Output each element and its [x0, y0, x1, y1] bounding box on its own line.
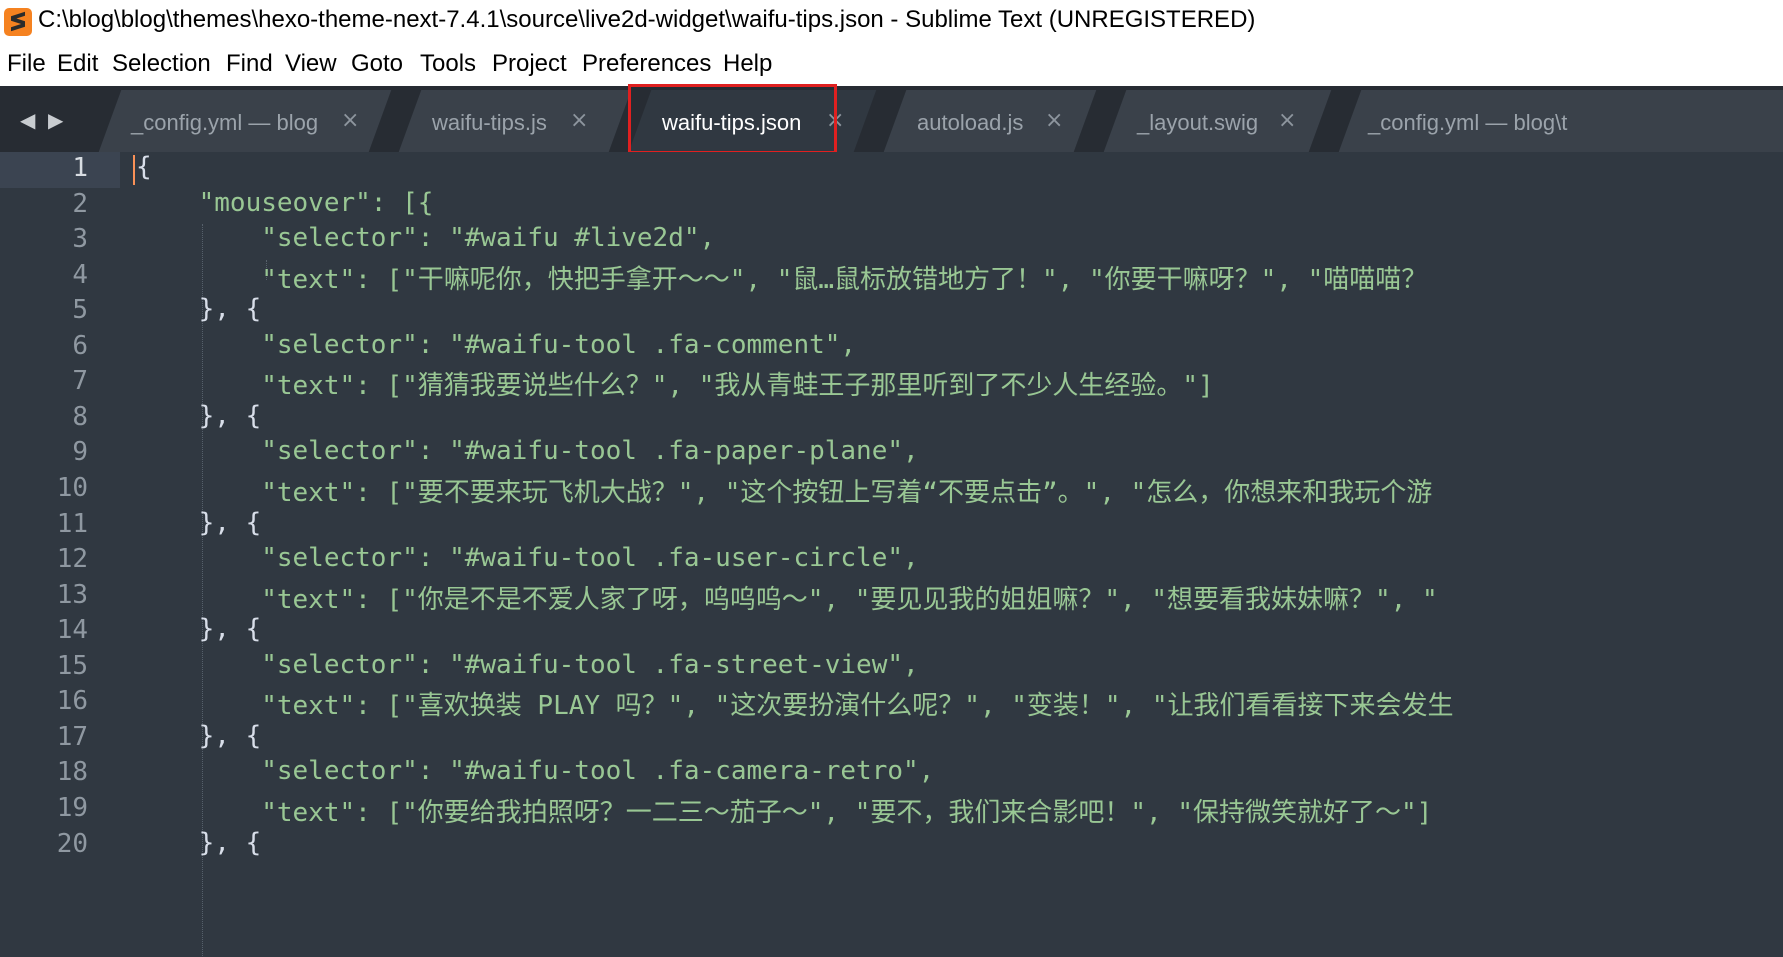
- code-line: }, {: [136, 508, 262, 538]
- code-line: "selector": "#waifu #live2d",: [136, 223, 716, 253]
- code-line: "text": ["喜欢换装 PLAY 吗？", "这次要扮演什么呢？", "变…: [136, 691, 1454, 721]
- close-icon[interactable]: ×: [1278, 108, 1296, 133]
- code-line: "mouseover": [{: [136, 188, 434, 218]
- tab-label: autoload.js: [917, 110, 1024, 135]
- code-line: }, {: [136, 401, 262, 431]
- line-number: 13: [56, 580, 88, 610]
- line-number: 19: [56, 793, 88, 823]
- tab-bar: ◀ ▶ _config.yml — blog × waifu-tips.js ×…: [0, 86, 1783, 152]
- highlight-box: [628, 84, 837, 154]
- menu-bar: File Edit Selection Find View Goto Tools…: [0, 44, 1783, 86]
- line-number: 2: [72, 189, 88, 219]
- code-line: }, {: [136, 721, 262, 751]
- line-number: 6: [72, 331, 88, 361]
- line-number: 8: [72, 402, 88, 432]
- line-number: 9: [72, 437, 88, 467]
- line-number: 5: [72, 295, 88, 325]
- menu-tools[interactable]: Tools: [420, 50, 476, 78]
- code-editor[interactable]: 1 2 3 4 5 6 7 8 9 10 11 12 13 14 15 16 1…: [0, 152, 1783, 957]
- close-icon[interactable]: ×: [1045, 108, 1063, 133]
- code-line: }, {: [136, 294, 262, 324]
- line-number: 11: [56, 509, 88, 539]
- title-bar: C:\blog\blog\themes\hexo-theme-next-7.4.…: [0, 0, 1783, 44]
- line-number: 1: [72, 153, 88, 183]
- code-line: "selector": "#waifu-tool .fa-user-circle…: [136, 543, 919, 573]
- window-title: C:\blog\blog\themes\hexo-theme-next-7.4.…: [38, 6, 1256, 33]
- line-number-gutter: 1 2 3 4 5 6 7 8 9 10 11 12 13 14 15 16 1…: [0, 152, 120, 957]
- menu-view[interactable]: View: [285, 50, 337, 78]
- tab-label: _config.yml — blog: [131, 110, 319, 135]
- menu-help[interactable]: Help: [723, 50, 772, 78]
- close-icon[interactable]: ×: [570, 108, 588, 133]
- menu-find[interactable]: Find: [226, 50, 273, 78]
- text-cursor: [133, 155, 135, 185]
- code-line: "selector": "#waifu-tool .fa-comment",: [136, 330, 857, 360]
- tab-forward-icon[interactable]: ▶: [48, 108, 63, 132]
- code-line: "selector": "#waifu-tool .fa-paper-plane…: [136, 436, 919, 466]
- line-number: 7: [72, 366, 88, 396]
- line-number: 3: [72, 224, 88, 254]
- code-line: "text": ["你要给我拍照呀？一二三～茄子～", "要不，我们来合影吧！"…: [136, 798, 1433, 828]
- line-number: 17: [56, 722, 88, 752]
- line-number: 14: [56, 615, 88, 645]
- code-line: "selector": "#waifu-tool .fa-camera-retr…: [136, 756, 935, 786]
- menu-project[interactable]: Project: [492, 50, 567, 78]
- line-number: 12: [56, 544, 88, 574]
- code-line: }, {: [136, 614, 262, 644]
- line-number: 20: [56, 829, 88, 859]
- tab-label: waifu-tips.js: [432, 110, 547, 135]
- line-number: 16: [56, 686, 88, 716]
- sublime-text-icon: [4, 8, 32, 36]
- code-line: "text": ["干嘛呢你，快把手拿开～～", "鼠…鼠标放错地方了！", "…: [136, 265, 1428, 295]
- tab-back-icon[interactable]: ◀: [20, 108, 35, 132]
- tab-label: _layout.swig: [1137, 110, 1259, 135]
- menu-file[interactable]: File: [7, 50, 46, 78]
- menu-preferences[interactable]: Preferences: [582, 50, 711, 78]
- code-line: "text": ["猜猜我要说些什么？", "我从青蛙王子那里听到了不少人生经验…: [136, 371, 1214, 401]
- code-line: {: [136, 152, 152, 182]
- code-line: "text": ["要不要来玩飞机大战？", "这个按钮上写着“不要点击”。",…: [136, 478, 1433, 508]
- line-number: 15: [56, 651, 88, 681]
- close-icon[interactable]: ×: [341, 108, 359, 133]
- code-line: }, {: [136, 828, 262, 858]
- menu-edit[interactable]: Edit: [57, 50, 98, 78]
- code-line: "selector": "#waifu-tool .fa-street-view…: [136, 650, 919, 680]
- code-line: "text": ["你是不是不爱人家了呀，呜呜呜～", "要见见我的姐姐嘛？",…: [136, 585, 1438, 615]
- menu-selection[interactable]: Selection: [112, 50, 211, 78]
- line-number: 4: [72, 260, 88, 290]
- line-number: 18: [56, 757, 88, 787]
- line-number: 10: [56, 473, 88, 503]
- tab-label: _config.yml — blog\t: [1368, 110, 1568, 135]
- menu-goto[interactable]: Goto: [351, 50, 403, 78]
